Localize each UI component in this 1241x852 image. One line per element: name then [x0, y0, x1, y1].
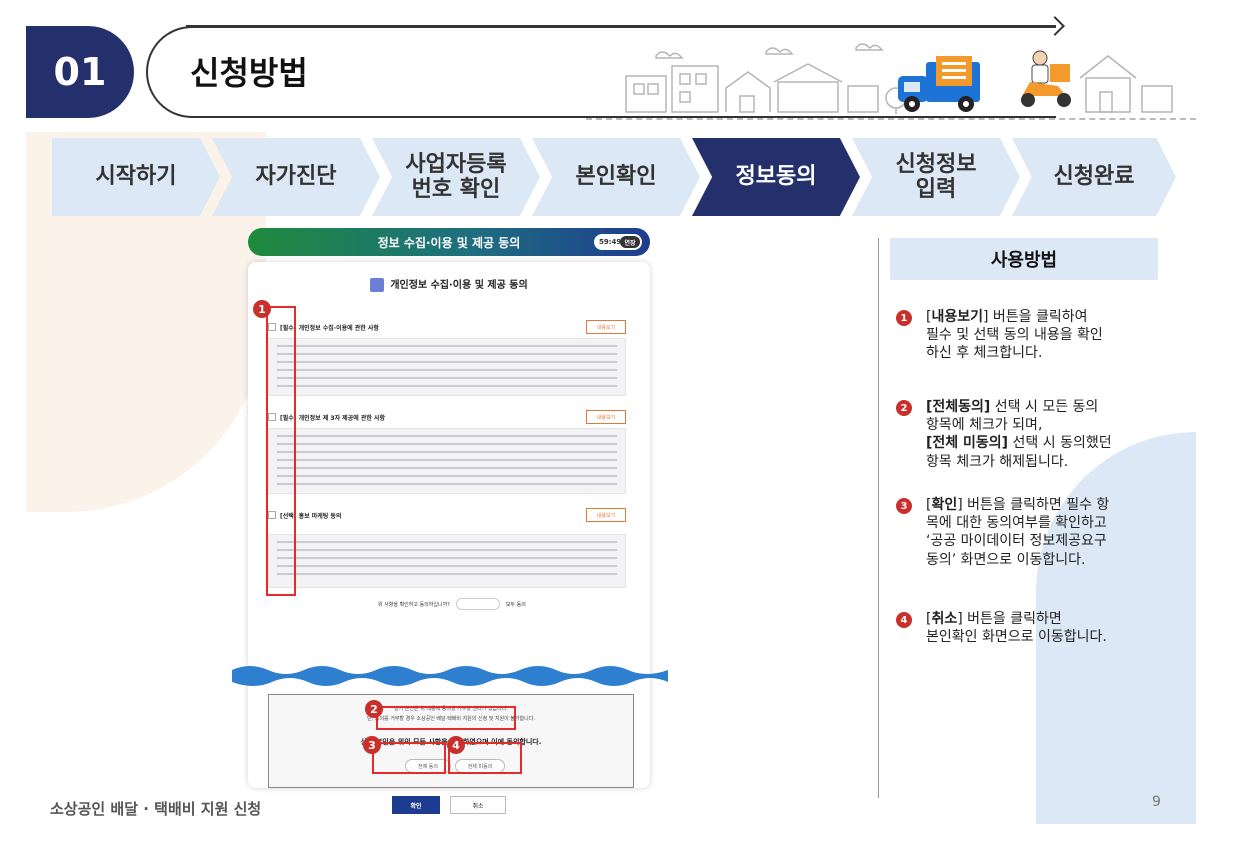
header-arrow-line — [186, 25, 1056, 27]
step-start: 시작하기 — [52, 138, 220, 216]
step-label: 신청정보 입력 — [895, 151, 977, 202]
step-self-diagnosis: 자가진단 — [212, 138, 380, 216]
step-identity: 본인확인 — [532, 138, 700, 216]
agree-all-row: 위 사항을 확인하고 동의하십니까? 모두 동의 — [378, 598, 526, 610]
view-content-button[interactable]: 내용보기 — [586, 410, 626, 424]
step-label: 사업자등록 번호 확인 — [405, 151, 507, 202]
screen-title-bar: 정보 수집·이용 및 제공 동의 59:49 연장 — [248, 228, 650, 256]
usage-item: 1 [내용보기] 버튼을 클릭하여 필수 및 선택 동의 내용을 확인 하신 후 체… — [896, 308, 1166, 363]
page-title: 신청방법 — [190, 54, 308, 92]
step-consent: 정보동의 — [692, 138, 860, 216]
marker-3: 3 — [363, 736, 381, 754]
section-title: [필수] 개인정보 수집·이용에 관한 사항 — [268, 320, 626, 334]
step-label: 시작하기 — [95, 164, 177, 190]
usage-item: 4 [취소] 버튼을 클릭하면 본인확인 화면으로 이동합니다. — [896, 610, 1166, 646]
progress-steps: 시작하기 자가진단 사업자등록 번호 확인 본인확인 정보동의 신청정보 입력 … — [52, 138, 1177, 216]
usage-text: [확인] 버튼을 클릭하면 필수 항 목에 대한 동의여부를 확인하고 ‘공공 마이… — [926, 497, 1110, 568]
consent-section: [필수] 개인정보 제 3자 제공에 관한 사항 내용보기 — [268, 410, 626, 494]
footer-title: 소상공인 배달 · 택배비 지원 신청 — [50, 800, 262, 818]
usage-number: 4 — [896, 612, 912, 628]
section-number-badge: 01 — [26, 26, 134, 118]
step-label: 신청완료 — [1053, 164, 1135, 190]
column-divider — [878, 238, 879, 798]
step-complete: 신청완료 — [1012, 138, 1176, 216]
consent-section: [필수] 개인정보 수집·이용에 관한 사항 내용보기 — [268, 320, 626, 396]
step-label: 정보동의 — [735, 164, 817, 190]
divider — [586, 118, 1196, 120]
usage-text: [내용보기] 버튼을 클릭하여 필수 및 선택 동의 내용을 확인 하신 후 체크합… — [926, 309, 1103, 362]
usage-text: [전체동의] 선택 시 모든 동의 항목에 체크가 되며, [전체 미동의] 선택 … — [926, 399, 1112, 470]
cut-wave-decoration — [232, 666, 668, 686]
usage-text: [취소] 버튼을 클릭하면 본인확인 화면으로 이동합니다. — [926, 611, 1107, 646]
highlight-view-buttons — [266, 306, 296, 596]
document-icon — [370, 278, 385, 292]
confirm-button[interactable]: 확인 — [392, 796, 440, 814]
slide: 01 신청방법 시작하기 자가진단 사업자등록 번호 확인 본인확인 정보동의 … — [26, 12, 1196, 824]
usage-item: 2 [전체동의] 선택 시 모든 동의 항목에 체크가 되며, [전체 미동의] 선… — [896, 398, 1166, 471]
card-title: 개인정보 수집·이용 및 제공 동의 — [248, 276, 650, 292]
step-label: 본인확인 — [575, 164, 657, 190]
extend-button[interactable]: 연장 — [620, 236, 640, 248]
section-content — [268, 534, 626, 588]
marker-2: 2 — [365, 700, 383, 718]
step-business-number: 사업자등록 번호 확인 — [372, 138, 540, 216]
consent-screen-screenshot: 정보 수집·이용 및 제공 동의 59:49 연장 개인정보 수집·이용 및 제… — [232, 228, 668, 814]
section-content — [268, 338, 626, 396]
delivery-truck-icon — [898, 56, 980, 112]
card-title-text: 개인정보 수집·이용 및 제공 동의 — [390, 280, 528, 291]
usage-number: 3 — [896, 498, 912, 514]
consent-section: [선택] 홍보 마케팅 동의 내용보기 — [268, 508, 626, 588]
screen-title: 정보 수집·이용 및 제공 동의 — [377, 235, 521, 250]
marker-1: 1 — [253, 300, 271, 318]
usage-number: 2 — [896, 400, 912, 416]
agree-question: 위 사항을 확인하고 동의하십니까? — [378, 601, 450, 608]
step-label: 자가진단 — [255, 164, 337, 190]
view-content-button[interactable]: 내용보기 — [586, 320, 626, 334]
usage-item: 3 [확인] 버튼을 클릭하면 필수 항 목에 대한 동의여부를 확인하고 ‘공공 … — [896, 496, 1166, 569]
cancel-button[interactable]: 취소 — [450, 796, 506, 814]
page-number: 9 — [1152, 794, 1161, 810]
step-application-info: 신청정보 입력 — [852, 138, 1020, 216]
section-content — [268, 428, 626, 494]
usage-title: 사용방법 — [890, 238, 1158, 280]
agree-all-toggle[interactable] — [455, 598, 500, 610]
delivery-scooter-icon — [1021, 50, 1071, 107]
marker-4: 4 — [447, 736, 465, 754]
section-title: [선택] 홍보 마케팅 동의 — [268, 508, 626, 522]
timer-value: 59:49 — [599, 238, 622, 246]
highlight-confirm-button — [372, 742, 446, 774]
usage-number: 1 — [896, 310, 912, 326]
highlight-choice-buttons — [376, 706, 516, 730]
session-timer: 59:49 연장 — [594, 234, 642, 250]
agree-option-label: 모두 동의 — [505, 601, 526, 608]
view-content-button[interactable]: 내용보기 — [586, 508, 626, 522]
section-title: [필수] 개인정보 제 3자 제공에 관한 사항 — [268, 410, 626, 424]
